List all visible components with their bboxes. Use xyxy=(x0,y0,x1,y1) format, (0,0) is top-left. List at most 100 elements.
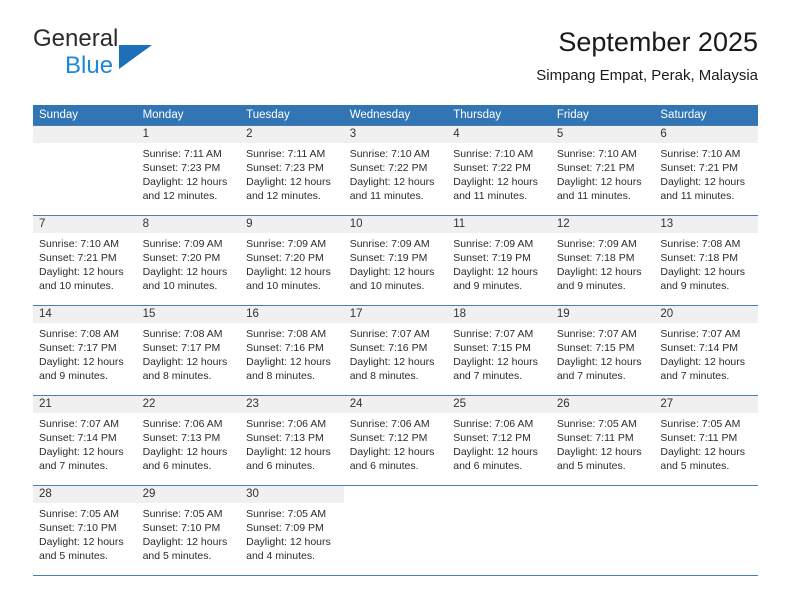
calendar-day-cell[interactable]: 15 Sunrise: 7:08 AM Sunset: 7:17 PM Dayligh… xyxy=(136,305,241,396)
weekday-header-friday: Friday xyxy=(550,105,655,126)
calendar-day-cell[interactable]: 16 Sunrise: 7:08 AM Sunset: 7:16 PM Dayligh… xyxy=(240,305,344,396)
day-daylight1-text: Daylight: 12 hours xyxy=(453,176,538,188)
calendar-day-cell[interactable]: 25 Sunrise: 7:06 AM Sunset: 7:12 PM Dayligh… xyxy=(447,395,551,486)
day-daylight1-text: Daylight: 12 hours xyxy=(246,446,331,458)
weekday-header-tuesday: Tuesday xyxy=(240,105,344,126)
day-sun-info: Sunrise: 7:10 AM Sunset: 7:22 PM Daylight:… xyxy=(447,143,551,203)
day-sunset-text: Sunset: 7:18 PM xyxy=(556,252,635,264)
day-sunrise-text: Sunrise: 7:07 AM xyxy=(660,328,741,340)
calendar-day-cell[interactable]: 24 Sunrise: 7:06 AM Sunset: 7:12 PM Dayligh… xyxy=(343,395,448,486)
calendar-day-cell-inner: 26 Sunrise: 7:05 AM Sunset: 7:11 PM Dayligh… xyxy=(550,396,655,485)
day-daylight1-text: Daylight: 12 hours xyxy=(349,446,435,458)
day-daylight1-text: Daylight: 12 hours xyxy=(142,266,228,278)
calendar-day-cell[interactable]: 20 Sunrise: 7:07 AM Sunset: 7:14 PM Dayligh… xyxy=(654,305,758,396)
calendar-day-cell-empty xyxy=(654,485,758,576)
calendar-day-cell[interactable]: 26 Sunrise: 7:05 AM Sunset: 7:11 PM Dayligh… xyxy=(550,395,655,486)
calendar-day-cell-inner: 10 Sunrise: 7:09 AM Sunset: 7:19 PM Dayligh… xyxy=(343,216,448,305)
day-daylight2-text: and 5 minutes. xyxy=(142,550,212,562)
day-sunrise-text: Sunrise: 7:05 AM xyxy=(142,508,223,520)
calendar-day-cell-inner: 29 Sunrise: 7:05 AM Sunset: 7:10 PM Dayligh… xyxy=(136,486,241,575)
logo-triangle-icon xyxy=(119,45,152,69)
calendar-day-cell[interactable]: 3 Sunrise: 7:10 AM Sunset: 7:22 PM Daylight… xyxy=(343,125,448,216)
calendar-day-cell-inner: 2 Sunrise: 7:11 AM Sunset: 7:23 PM Daylight… xyxy=(240,126,344,215)
calendar-day-cell[interactable]: 11 Sunrise: 7:09 AM Sunset: 7:19 PM Dayligh… xyxy=(447,215,551,306)
page-header: General Blue September 2025 Simpang Empa… xyxy=(33,26,758,96)
day-number: 2 xyxy=(240,126,344,143)
day-sunset-text: Sunset: 7:12 PM xyxy=(349,432,428,444)
weekday-header-row: Sunday Monday Tuesday Wednesday Thursday… xyxy=(33,105,758,126)
calendar-day-cell[interactable]: 4 Sunrise: 7:10 AM Sunset: 7:22 PM Daylight… xyxy=(447,125,551,216)
day-sun-info xyxy=(654,503,758,507)
day-sunset-text: Sunset: 7:21 PM xyxy=(556,162,635,174)
calendar-day-cell[interactable]: 30 Sunrise: 7:05 AM Sunset: 7:09 PM Dayligh… xyxy=(240,485,344,576)
day-number: 4 xyxy=(447,126,551,143)
calendar-day-cell[interactable]: 19 Sunrise: 7:07 AM Sunset: 7:15 PM Dayligh… xyxy=(550,305,655,396)
calendar-day-cell-inner: 19 Sunrise: 7:07 AM Sunset: 7:15 PM Dayligh… xyxy=(550,306,655,395)
day-sunset-text: Sunset: 7:22 PM xyxy=(453,162,531,174)
calendar-day-cell-empty xyxy=(33,125,137,216)
calendar-day-cell[interactable]: 23 Sunrise: 7:06 AM Sunset: 7:13 PM Dayligh… xyxy=(240,395,344,486)
day-number: 19 xyxy=(550,306,655,323)
day-sunrise-text: Sunrise: 7:09 AM xyxy=(142,238,223,250)
day-number xyxy=(551,486,655,503)
calendar-day-cell[interactable]: 22 Sunrise: 7:06 AM Sunset: 7:13 PM Dayligh… xyxy=(136,395,241,486)
day-sunrise-text: Sunrise: 7:11 AM xyxy=(142,148,222,160)
day-sunrise-text: Sunrise: 7:10 AM xyxy=(349,148,430,160)
calendar-day-cell[interactable]: 17 Sunrise: 7:07 AM Sunset: 7:16 PM Dayligh… xyxy=(343,305,448,396)
day-sunrise-text: Sunrise: 7:09 AM xyxy=(349,238,430,250)
day-sunrise-text: Sunrise: 7:06 AM xyxy=(349,418,430,430)
calendar-day-cell[interactable]: 2 Sunrise: 7:11 AM Sunset: 7:23 PM Daylight… xyxy=(240,125,344,216)
calendar-day-cell[interactable]: 28 Sunrise: 7:05 AM Sunset: 7:10 PM Dayligh… xyxy=(33,485,137,576)
calendar-day-cell[interactable]: 13 Sunrise: 7:08 AM Sunset: 7:18 PM Dayligh… xyxy=(654,215,758,306)
calendar-day-cell[interactable]: 1 Sunrise: 7:11 AM Sunset: 7:23 PM Daylight… xyxy=(136,125,241,216)
day-sunset-text: Sunset: 7:16 PM xyxy=(246,342,324,354)
day-number: 25 xyxy=(447,396,551,413)
calendar-day-cell-inner: 1 Sunrise: 7:11 AM Sunset: 7:23 PM Daylight… xyxy=(136,126,241,215)
calendar-day-cell[interactable]: 18 Sunrise: 7:07 AM Sunset: 7:15 PM Dayligh… xyxy=(447,305,551,396)
day-number: 24 xyxy=(343,396,448,413)
day-sun-info: Sunrise: 7:09 AM Sunset: 7:19 PM Daylight:… xyxy=(447,233,551,293)
day-daylight2-text: and 9 minutes. xyxy=(660,280,730,292)
day-number: 15 xyxy=(136,306,241,323)
day-daylight2-text: and 8 minutes. xyxy=(349,370,419,382)
day-sunrise-text: Sunrise: 7:08 AM xyxy=(246,328,327,340)
day-sun-info: Sunrise: 7:10 AM Sunset: 7:21 PM Daylight:… xyxy=(551,143,655,203)
calendar-day-cell[interactable]: 29 Sunrise: 7:05 AM Sunset: 7:10 PM Dayligh… xyxy=(136,485,241,576)
day-sunset-text: Sunset: 7:18 PM xyxy=(660,252,739,264)
day-daylight1-text: Daylight: 12 hours xyxy=(556,356,642,368)
calendar-day-cell-inner: 27 Sunrise: 7:05 AM Sunset: 7:11 PM Dayligh… xyxy=(654,396,758,485)
calendar-day-cell[interactable]: 12 Sunrise: 7:09 AM Sunset: 7:18 PM Dayligh… xyxy=(550,215,655,306)
calendar-day-cell[interactable]: 27 Sunrise: 7:05 AM Sunset: 7:11 PM Dayligh… xyxy=(654,395,758,486)
day-sunset-text: Sunset: 7:22 PM xyxy=(349,162,428,174)
day-sun-info: Sunrise: 7:11 AM Sunset: 7:23 PM Daylight:… xyxy=(137,143,241,203)
calendar-day-cell[interactable]: 5 Sunrise: 7:10 AM Sunset: 7:21 PM Daylight… xyxy=(550,125,655,216)
day-daylight1-text: Daylight: 12 hours xyxy=(660,356,746,368)
day-daylight1-text: Daylight: 12 hours xyxy=(39,446,124,458)
calendar-day-cell-inner: 16 Sunrise: 7:08 AM Sunset: 7:16 PM Dayligh… xyxy=(240,306,344,395)
calendar-day-cell[interactable]: 7 Sunrise: 7:10 AM Sunset: 7:21 PM Daylight… xyxy=(33,215,137,306)
calendar-day-cell[interactable]: 10 Sunrise: 7:09 AM Sunset: 7:19 PM Dayligh… xyxy=(343,215,448,306)
day-sunrise-text: Sunrise: 7:09 AM xyxy=(556,238,637,250)
calendar-day-cell-inner: 8 Sunrise: 7:09 AM Sunset: 7:20 PM Daylight… xyxy=(136,216,241,305)
calendar-day-cell[interactable]: 8 Sunrise: 7:09 AM Sunset: 7:20 PM Daylight… xyxy=(136,215,241,306)
day-number: 9 xyxy=(240,216,344,233)
day-daylight2-text: and 4 minutes. xyxy=(246,550,316,562)
day-sunrise-text: Sunrise: 7:10 AM xyxy=(660,148,741,160)
calendar-day-cell[interactable]: 9 Sunrise: 7:09 AM Sunset: 7:20 PM Daylight… xyxy=(240,215,344,306)
logo-text-blue: Blue xyxy=(65,52,114,79)
day-sun-info: Sunrise: 7:11 AM Sunset: 7:23 PM Daylight:… xyxy=(240,143,344,203)
day-sunset-text: Sunset: 7:21 PM xyxy=(660,162,739,174)
day-daylight2-text: and 5 minutes. xyxy=(39,550,108,562)
day-sun-info: Sunrise: 7:06 AM Sunset: 7:12 PM Daylight:… xyxy=(447,413,551,473)
calendar-day-cell[interactable]: 6 Sunrise: 7:10 AM Sunset: 7:21 PM Daylight… xyxy=(654,125,758,216)
day-sunrise-text: Sunrise: 7:11 AM xyxy=(246,148,326,160)
day-daylight2-text: and 7 minutes. xyxy=(660,370,730,382)
calendar-day-cell[interactable]: 14 Sunrise: 7:08 AM Sunset: 7:17 PM Dayligh… xyxy=(33,305,137,396)
day-sunrise-text: Sunrise: 7:08 AM xyxy=(660,238,741,250)
day-number: 21 xyxy=(33,396,137,413)
day-number: 20 xyxy=(654,306,758,323)
calendar-day-cell[interactable]: 21 Sunrise: 7:07 AM Sunset: 7:14 PM Dayligh… xyxy=(33,395,137,486)
day-daylight2-text: and 10 minutes. xyxy=(142,280,218,292)
day-number xyxy=(654,486,758,503)
day-daylight1-text: Daylight: 12 hours xyxy=(246,176,331,188)
